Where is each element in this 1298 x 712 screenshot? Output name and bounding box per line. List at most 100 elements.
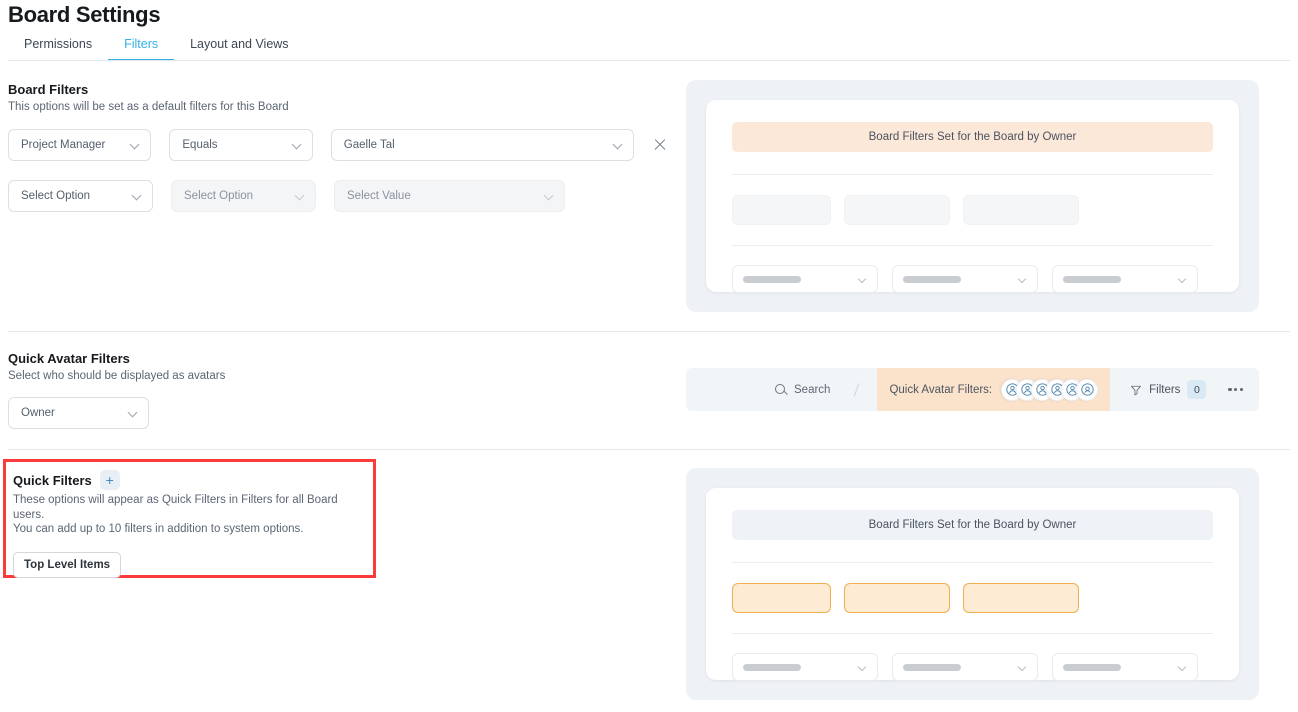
board-filters-preview: Board Filters Set for the Board by Owner xyxy=(686,80,1259,312)
quick-filters-preview: Board Filters Set for the Board by Owner xyxy=(686,468,1259,700)
preview-chip xyxy=(963,195,1079,225)
more-options-icon[interactable] xyxy=(1228,387,1243,392)
filters-count-badge: 0 xyxy=(1187,380,1207,399)
chevron-down-icon xyxy=(292,140,302,150)
preview-divider xyxy=(732,174,1213,175)
preview-select xyxy=(892,265,1038,293)
quick-filters-heading-label: Quick Filters xyxy=(13,472,92,488)
quick-filters-section: Quick Filters + These options will appea… xyxy=(13,470,365,578)
skeleton-bar xyxy=(743,275,801,283)
preview-chip xyxy=(844,195,950,225)
preview-chip-group xyxy=(732,583,1213,613)
quick-filters-heading: Quick Filters + xyxy=(13,470,365,490)
skeleton-bar xyxy=(903,663,961,671)
skeleton-bar xyxy=(743,663,801,671)
quick-avatar-filters-select[interactable]: Owner xyxy=(8,396,149,429)
filters-control[interactable]: Filters 0 xyxy=(1130,380,1207,399)
preview-divider xyxy=(732,245,1213,246)
skeleton-bar xyxy=(903,275,961,283)
quick-filters-subtitle-line-1: These options will appear as Quick Filte… xyxy=(13,494,338,521)
search-label: Search xyxy=(794,383,831,396)
filter-operator-value-1: Equals xyxy=(182,138,218,151)
chevron-down-icon xyxy=(128,408,138,418)
chevron-down-icon xyxy=(1018,663,1027,672)
quick-avatar-filters-value: Owner xyxy=(21,406,55,419)
preview-divider xyxy=(732,562,1213,563)
filter-icon xyxy=(1130,384,1142,396)
add-quick-filter-button[interactable]: + xyxy=(99,470,120,490)
chevron-down-icon xyxy=(132,191,142,201)
search-control[interactable]: Search xyxy=(775,383,831,396)
board-settings-page: Board Settings Permissions Filters Layou… xyxy=(0,0,1298,712)
avatar-group xyxy=(1001,378,1099,401)
filter-field-select-2[interactable]: Select Option xyxy=(8,179,153,212)
preview-select xyxy=(732,653,878,681)
quick-avatar-filters-label: Quick Avatar Filters: xyxy=(889,383,993,396)
preview-select xyxy=(1052,653,1198,681)
page-title: Board Settings xyxy=(8,2,161,27)
preview-divider xyxy=(732,633,1213,634)
quick-avatar-filters-preview-toolbar: Search Quick Avatar Filters: Filters 0 xyxy=(686,368,1259,411)
section-divider-2 xyxy=(8,449,1290,450)
preview-chip xyxy=(732,195,831,225)
board-filters-preview-card: Board Filters Set for the Board by Owner xyxy=(706,100,1239,293)
preview-select xyxy=(732,265,878,293)
board-filters-heading-label: Board Filters xyxy=(8,82,89,97)
avatar-zone: Quick Avatar Filters: xyxy=(877,368,1111,411)
preview-select xyxy=(1052,265,1198,293)
preview-chip-highlighted xyxy=(844,583,950,613)
preview-select-group xyxy=(732,653,1213,681)
board-filters-subtitle: This options will be set as a default fi… xyxy=(8,101,289,113)
quick-filters-subtitle-line-2: You can add up to 10 filters in addition… xyxy=(13,523,304,535)
quick-filters-highlight-box: Quick Filters + These options will appea… xyxy=(3,459,376,578)
quick-filter-chip-top-level-items[interactable]: Top Level Items xyxy=(13,551,122,578)
toolbar-separator-icon xyxy=(852,383,861,397)
chevron-down-icon xyxy=(1178,663,1187,672)
quick-avatar-filters-section: Quick Avatar Filters Select who should b… xyxy=(8,351,648,429)
settings-tabs: Permissions Filters Layout and Views xyxy=(8,37,1290,61)
avatar[interactable] xyxy=(1076,378,1099,401)
preview-chip-highlighted xyxy=(963,583,1079,613)
filter-value-select-2[interactable]: Select Value xyxy=(334,179,565,212)
quick-avatar-filters-heading: Quick Avatar Filters xyxy=(8,351,648,366)
filter-operator-value-2: Select Option xyxy=(184,189,254,202)
tabs-underline xyxy=(8,60,1290,61)
quick-avatar-filters-heading-label: Quick Avatar Filters xyxy=(8,351,130,366)
preview-banner-bottom: Board Filters Set for the Board by Owner xyxy=(732,510,1213,540)
tab-layout-and-views[interactable]: Layout and Views xyxy=(174,37,304,61)
filter-value-value-2: Select Value xyxy=(347,189,411,202)
quick-avatar-filters-subtitle: Select who should be displayed as avatar… xyxy=(8,370,226,382)
chevron-down-icon xyxy=(1018,275,1027,284)
section-divider-1 xyxy=(8,331,1290,332)
quick-filters-chip-group: Top Level Items xyxy=(13,551,365,578)
chevron-down-icon xyxy=(544,191,554,201)
quick-filters-preview-card: Board Filters Set for the Board by Owner xyxy=(706,488,1239,681)
filter-operator-select-1[interactable]: Equals xyxy=(169,128,313,161)
preview-select-group xyxy=(732,265,1213,293)
board-filters-heading: Board Filters xyxy=(8,82,668,97)
filter-operator-select-2[interactable]: Select Option xyxy=(171,179,316,212)
tab-filters[interactable]: Filters xyxy=(108,37,175,61)
chevron-down-icon xyxy=(1178,275,1187,284)
preview-chip-group xyxy=(732,195,1213,225)
filter-field-select-1[interactable]: Project Manager xyxy=(8,128,152,161)
search-icon xyxy=(775,383,787,396)
preview-banner-top: Board Filters Set for the Board by Owner xyxy=(732,122,1213,152)
board-filters-section: Board Filters This options will be set a… xyxy=(8,82,668,212)
preview-chip-highlighted xyxy=(732,583,831,613)
chevron-down-icon xyxy=(613,140,623,150)
filter-field-value-1: Project Manager xyxy=(21,138,106,151)
board-filter-row-2: Select Option Select Option Select Value xyxy=(8,179,668,212)
chevron-down-icon xyxy=(295,191,305,201)
preview-select xyxy=(892,653,1038,681)
tab-permissions[interactable]: Permissions xyxy=(8,37,108,61)
chevron-down-icon xyxy=(858,275,867,284)
chevron-down-icon xyxy=(858,663,867,672)
filter-value-select-1[interactable]: Gaelle Tal xyxy=(330,128,635,161)
chevron-down-icon xyxy=(130,140,140,150)
filter-field-value-2: Select Option xyxy=(21,189,91,202)
filter-value-value-1: Gaelle Tal xyxy=(343,138,395,151)
remove-filter-button-1[interactable] xyxy=(652,137,668,153)
board-filter-row-1: Project Manager Equals Gaelle Tal xyxy=(8,128,668,161)
skeleton-bar xyxy=(1063,663,1121,671)
